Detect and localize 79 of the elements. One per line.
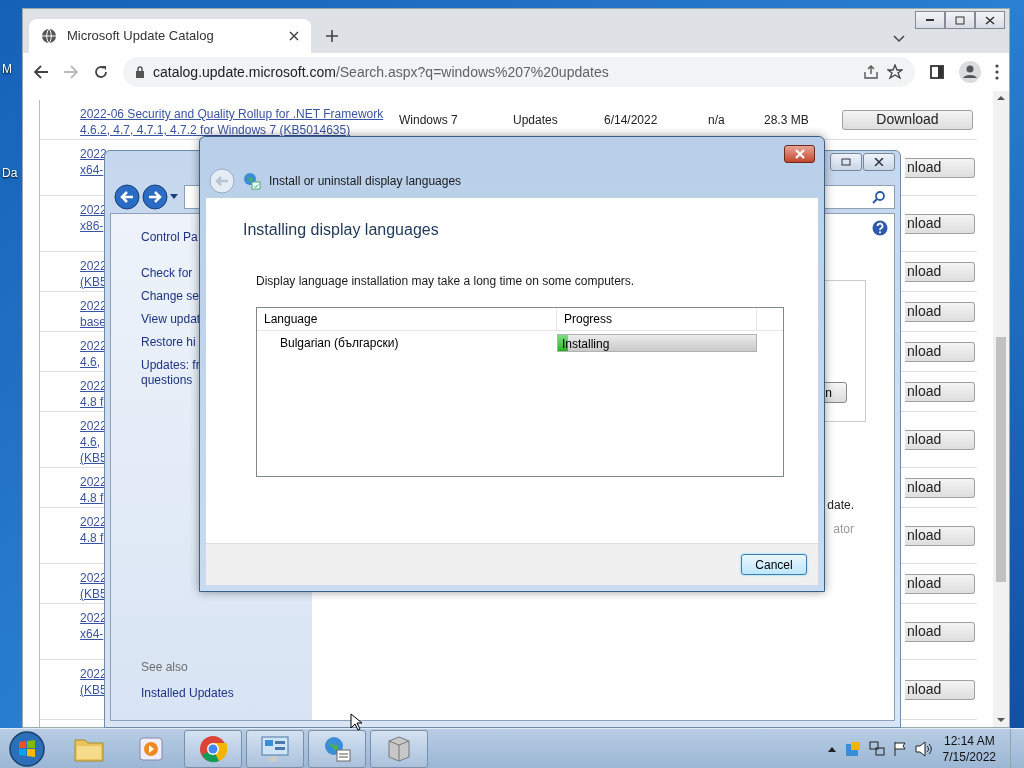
profile-icon[interactable] — [959, 61, 981, 83]
classification-cell-text: Updates — [513, 111, 559, 129]
restore-icon — [841, 158, 851, 166]
status-text: ator — [833, 521, 854, 538]
date-cell-text: 6/14/2022 — [604, 111, 659, 129]
see-also-label: See also — [141, 659, 189, 676]
download-button[interactable]: nload — [905, 381, 975, 402]
download-button[interactable]: nload — [905, 341, 975, 362]
clock-date: 7/15/2022 — [942, 748, 996, 765]
close-button[interactable] — [863, 153, 895, 171]
minimize-icon — [926, 19, 934, 21]
chrome-icon — [199, 734, 227, 763]
update-title-link[interactable]: 2022 x64- — [80, 146, 107, 178]
product-cell-text: Windows 7 — [399, 111, 459, 129]
network-icon[interactable] — [868, 740, 885, 757]
new-tab-icon[interactable] — [325, 29, 339, 43]
taskbar-button[interactable] — [246, 729, 304, 768]
taskbar-button[interactable] — [308, 729, 366, 768]
version-cell-text: n/a — [708, 111, 726, 129]
download-button[interactable]: Download — [842, 109, 973, 130]
close-icon — [793, 149, 806, 159]
globe-icon — [41, 28, 57, 44]
close-button[interactable] — [784, 145, 815, 163]
lock-icon — [135, 66, 145, 78]
volume-icon[interactable] — [914, 740, 933, 757]
desktop-icon-label[interactable]: M — [2, 60, 12, 78]
package-icon — [385, 734, 413, 763]
download-button[interactable]: nload — [905, 477, 975, 498]
dialog-title: Install or uninstall display languages — [269, 172, 462, 190]
clock-time: 12:14 AM — [943, 732, 995, 749]
download-button[interactable]: nload — [905, 429, 975, 450]
side-panel-icon[interactable] — [929, 64, 945, 80]
star-icon[interactable] — [887, 64, 903, 80]
download-button[interactable]: nload — [905, 213, 975, 234]
info-text: Display language installation may take a long time on some computers. — [256, 273, 636, 290]
flag-icon[interactable] — [892, 740, 907, 757]
start-button[interactable] — [8, 729, 46, 768]
column-header[interactable]: Progress — [557, 308, 757, 330]
dialog-heading: Installing display languages — [243, 220, 440, 240]
download-button[interactable]: nload — [905, 157, 975, 178]
taskbar-button[interactable] — [184, 729, 242, 768]
installed-updates-link[interactable]: Installed Updates — [141, 684, 312, 702]
scrollbar-thumb[interactable] — [996, 337, 1006, 582]
size-cell-text: 28.3 MB — [764, 111, 810, 129]
cancel-button[interactable]: Cancel — [741, 554, 807, 575]
chevron-down-icon[interactable] — [893, 35, 905, 43]
download-button[interactable]: nload — [905, 261, 975, 282]
tab-title: Microsoft Update Catalog — [67, 27, 215, 46]
close-icon — [984, 15, 996, 25]
maximize-icon — [954, 15, 966, 25]
status-text: date. — [827, 497, 854, 514]
media-player-icon — [138, 735, 164, 762]
help-icon[interactable] — [872, 220, 888, 236]
close-icon — [874, 158, 884, 166]
search-icon[interactable] — [872, 190, 886, 204]
update-title-link[interactable]: 2022-06 Security and Quality Rollup for .NET Framework 4.6.2, 4.7, 4.7.1, 4.7.2 for Windows 7 (KB5014635) — [80, 106, 384, 138]
download-button[interactable]: nload — [905, 679, 975, 700]
url-text: catalog.update.microsoft.com/Search.aspx?q=windows%207%20updates — [153, 62, 610, 82]
language-globe-icon — [322, 734, 352, 763]
clock[interactable]: 12:14 AM 7/15/2022 — [942, 732, 996, 765]
language-globe-icon — [243, 171, 261, 190]
more-icon[interactable] — [995, 64, 999, 80]
address-bar[interactable]: catalog.update.microsoft.com/Search.aspx?q=windows%207%20updates — [123, 57, 915, 87]
column-header[interactable]: Language — [257, 308, 557, 330]
browser-tab[interactable]: Microsoft Update Catalog — [29, 19, 311, 53]
share-icon[interactable] — [863, 64, 879, 80]
download-button[interactable]: nload — [905, 301, 975, 322]
download-button[interactable]: nload — [905, 525, 975, 546]
download-button[interactable]: nload — [905, 573, 975, 594]
close-icon[interactable] — [289, 31, 299, 41]
desktop-icon-label[interactable]: Da — [2, 164, 18, 182]
language-name: Bulgarian (български) — [279, 335, 400, 352]
download-button[interactable]: nload — [905, 621, 975, 642]
minimize-button[interactable] — [915, 11, 945, 29]
reload-icon[interactable] — [93, 64, 109, 80]
control-panel-icon — [260, 734, 290, 763]
close-button[interactable] — [975, 11, 1005, 29]
dropdown-icon[interactable] — [170, 194, 178, 200]
back-icon[interactable] — [33, 64, 49, 80]
